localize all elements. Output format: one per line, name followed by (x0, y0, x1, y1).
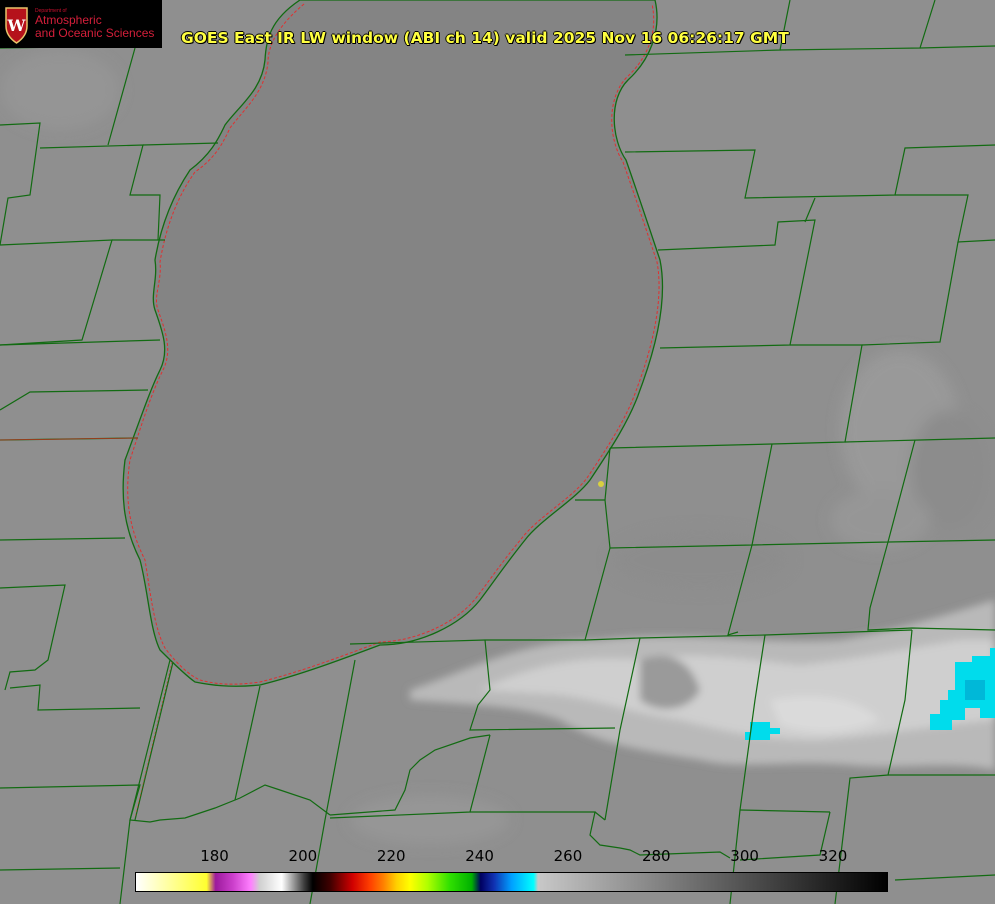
uw-aos-logo[interactable]: W Department of Atmospheric and Oceanic … (0, 0, 162, 48)
logo-line-1: Atmospheric (35, 13, 102, 28)
colorbar-tick-320: 320 (818, 847, 848, 865)
svg-text:W: W (7, 16, 27, 35)
uw-crest-icon: W (3, 4, 30, 44)
image-title: GOES East IR LW window (ABI ch 14) valid… (181, 29, 789, 47)
logo-text: Department of Atmospheric and Oceanic Sc… (35, 8, 155, 40)
colorbar-tick-280: 280 (641, 847, 671, 865)
station-marker (598, 481, 604, 487)
colorbar-tick-200: 200 (288, 847, 318, 865)
colorbar-tick-260: 260 (553, 847, 583, 865)
colorbar-tick-220: 220 (376, 847, 406, 865)
ir-satellite-imagery (0, 0, 995, 904)
colorbar-tick-300: 300 (730, 847, 759, 865)
logo-line-2: and Oceanic Sciences (35, 25, 155, 40)
temperature-colorbar (135, 872, 888, 892)
colorbar-tick-180: 180 (200, 847, 229, 865)
colorbar-tick-240: 240 (465, 847, 494, 865)
satellite-map-view[interactable]: W Department of Atmospheric and Oceanic … (0, 0, 995, 904)
